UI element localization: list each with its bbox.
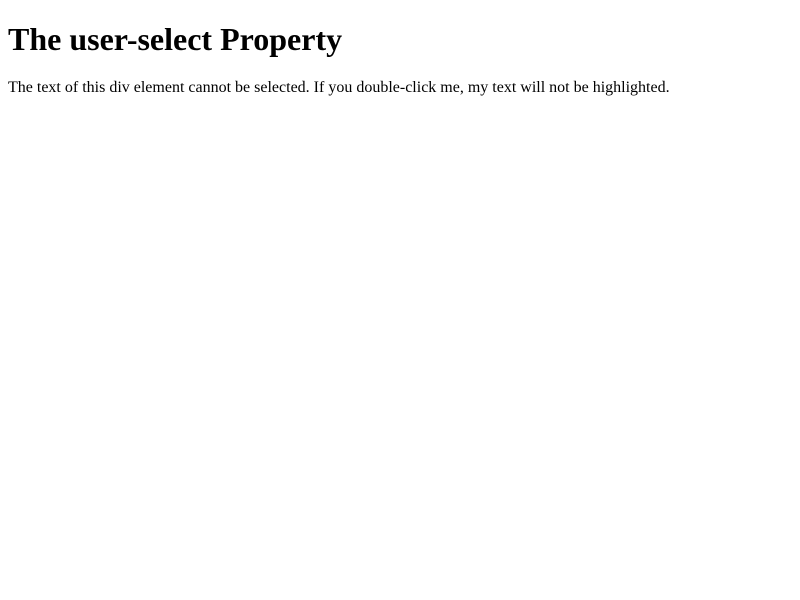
- unselectable-text: The text of this div element cannot be s…: [8, 79, 792, 97]
- page-title: The user-select Property: [8, 21, 792, 58]
